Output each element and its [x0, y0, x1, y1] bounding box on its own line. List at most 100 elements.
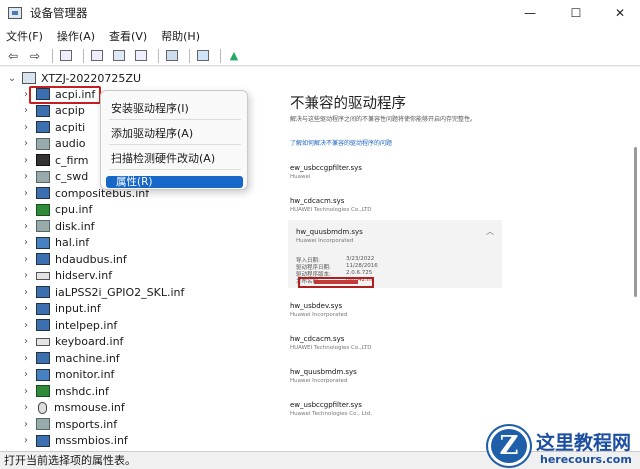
tree-item[interactable]: › iaLPSS2i_GPIO2_SKL.inf: [20, 284, 184, 300]
back-arrow-icon[interactable]: ⇦: [4, 48, 22, 64]
chevron-right-icon[interactable]: ›: [20, 138, 32, 149]
minimize-button[interactable]: —: [508, 0, 552, 26]
tree-item[interactable]: › hdaudbus.inf: [20, 251, 127, 267]
tree-item[interactable]: › mshdc.inf: [20, 383, 109, 399]
menu-help[interactable]: 帮助(H): [161, 28, 200, 44]
driver-card[interactable]: ew_usbccgpfilter.sys Huawei Technologies…: [290, 401, 500, 417]
menu-view[interactable]: 查看(V): [109, 28, 147, 44]
chevron-right-icon[interactable]: ›: [20, 105, 32, 116]
tree-item[interactable]: › machine.inf: [20, 350, 120, 366]
tree-item[interactable]: › hal.inf: [20, 235, 89, 251]
update-driver-icon[interactable]: ▲: [225, 48, 243, 64]
print-icon[interactable]: [163, 48, 181, 64]
chevron-right-icon[interactable]: ›: [20, 435, 32, 446]
chevron-right-icon[interactable]: ›: [20, 171, 32, 182]
chevron-right-icon[interactable]: ›: [20, 386, 32, 397]
tree-item-label: machine.inf: [55, 351, 120, 365]
driver-name: hw_cdcacm.sys: [290, 197, 345, 205]
tree-item[interactable]: › cpu.inf: [20, 202, 92, 218]
maximize-button[interactable]: ☐: [554, 0, 598, 26]
tree-item-label: hidserv.inf: [55, 269, 113, 282]
window-title: 设备管理器: [30, 6, 88, 20]
tree-item[interactable]: › audio: [20, 136, 85, 152]
driver-name: hw_usbdev.sys: [290, 302, 343, 310]
view-icon[interactable]: [132, 48, 150, 64]
chevron-right-icon[interactable]: ›: [20, 270, 32, 281]
forward-arrow-icon[interactable]: ⇨: [26, 48, 44, 64]
help-icon[interactable]: [110, 48, 128, 64]
chevron-right-icon[interactable]: ›: [20, 188, 32, 199]
chevron-down-icon[interactable]: ⌄: [6, 73, 18, 84]
toolbar-separator: [83, 48, 84, 63]
chevron-right-icon[interactable]: ›: [20, 402, 32, 413]
menu-action[interactable]: 操作(A): [57, 28, 95, 44]
tree-item[interactable]: › intelpep.inf: [20, 317, 117, 333]
chevron-right-icon[interactable]: ›: [20, 122, 32, 133]
chevron-right-icon[interactable]: ›: [20, 336, 32, 347]
chevron-right-icon[interactable]: ›: [20, 369, 32, 380]
toolbar-separator: [189, 48, 190, 63]
tree-item[interactable]: › monitor.inf: [20, 367, 114, 383]
close-button[interactable]: ✕: [598, 0, 640, 26]
tree-item-label: audio: [55, 137, 86, 150]
device-icon: [36, 302, 50, 315]
driver-card[interactable]: hw_usbdev.sys Huawei Incorporated: [290, 302, 500, 318]
context-add-driver[interactable]: 添加驱动程序(A): [111, 125, 193, 141]
driver-card[interactable]: hw_quusbmdm.sys Huawei Incorporated: [290, 368, 500, 384]
chevron-right-icon[interactable]: ›: [20, 155, 32, 166]
driver-card[interactable]: ew_usbccgpfilter.sys Huawei: [290, 164, 500, 180]
context-divider: [109, 144, 241, 145]
chevron-right-icon[interactable]: ›: [20, 353, 32, 364]
chevron-right-icon[interactable]: ›: [20, 287, 32, 298]
tree-item-label: intelpep.inf: [55, 318, 118, 332]
device-icon: [36, 286, 50, 298]
driver-maker: Huawei: [290, 174, 311, 180]
keyboard-icon: [36, 271, 50, 280]
context-install-driver[interactable]: 安装驱动程序(I): [111, 100, 189, 116]
vertical-scrollbar[interactable]: [631, 67, 640, 451]
tree-item[interactable]: › c_swd: [20, 169, 88, 185]
tree-item[interactable]: › c_firm: [20, 152, 89, 168]
show-hide-tree-icon[interactable]: [57, 48, 75, 64]
driver-name: hw_quusbmdm.sys: [290, 368, 357, 376]
menu-file[interactable]: 文件(F): [6, 28, 43, 44]
context-scan-hardware[interactable]: 扫描检测硬件改动(A): [111, 150, 215, 166]
context-properties[interactable]: 属性(R): [106, 176, 243, 188]
chevron-up-icon[interactable]: ︿: [486, 226, 494, 237]
chevron-right-icon[interactable]: ›: [20, 254, 32, 265]
tree-item[interactable]: › mssmbios.inf: [20, 433, 128, 449]
chevron-right-icon[interactable]: ›: [20, 237, 32, 248]
tree-item[interactable]: › acpiti: [20, 119, 85, 135]
scrollbar-thumb[interactable]: [634, 147, 637, 297]
chevron-right-icon[interactable]: ›: [20, 320, 32, 331]
watermark-logo: Z 这里教程网 herecours.com: [488, 424, 640, 469]
tree-root[interactable]: ⌄ XTZJ-20220725ZU: [6, 70, 141, 86]
tree-item-label: mshdc.inf: [55, 384, 109, 398]
chevron-right-icon[interactable]: ›: [20, 221, 32, 232]
toolbar-separator: [220, 48, 221, 63]
tree-item-label: disk.inf: [55, 219, 95, 233]
learn-more-link[interactable]: 了解如何解决不兼容的驱动程序的问题: [290, 138, 392, 147]
tree-item[interactable]: › hidserv.inf: [20, 268, 112, 284]
mouse-icon: [38, 401, 47, 414]
tree-item[interactable]: › disk.inf: [20, 218, 95, 234]
chevron-right-icon[interactable]: ›: [20, 303, 32, 314]
tree-item[interactable]: › msmouse.inf: [20, 400, 125, 416]
chevron-right-icon[interactable]: ›: [20, 419, 32, 430]
tree-item[interactable]: › keyboard.inf: [20, 334, 123, 350]
watermark-emblem: Z: [488, 426, 530, 466]
toolbar-separator: [52, 48, 53, 63]
tree-item[interactable]: › msports.inf: [20, 416, 117, 432]
scan-hardware-icon[interactable]: [194, 48, 212, 64]
computer-icon: [22, 72, 36, 84]
driver-maker: Huawei Incorporated: [290, 312, 348, 318]
chevron-right-icon[interactable]: ›: [20, 204, 32, 215]
tree-item-label: hdaudbus.inf: [55, 252, 127, 266]
phone-icon: [36, 170, 50, 183]
tree-item[interactable]: › acpip: [20, 103, 85, 119]
driver-card[interactable]: hw_cdcacm.sys HUAWEI Technologies Co.,LT…: [290, 335, 500, 351]
properties-icon[interactable]: [88, 48, 106, 64]
incompatible-drivers-panel: 不兼容的驱动程序 解决与这些驱动程序之间的不兼容性问题将使你能够开启内存完整性。…: [278, 80, 504, 445]
tree-item[interactable]: › input.inf: [20, 301, 101, 317]
driver-card[interactable]: hw_cdcacm.sys HUAWEI Technologies Co.,LT…: [290, 197, 500, 213]
